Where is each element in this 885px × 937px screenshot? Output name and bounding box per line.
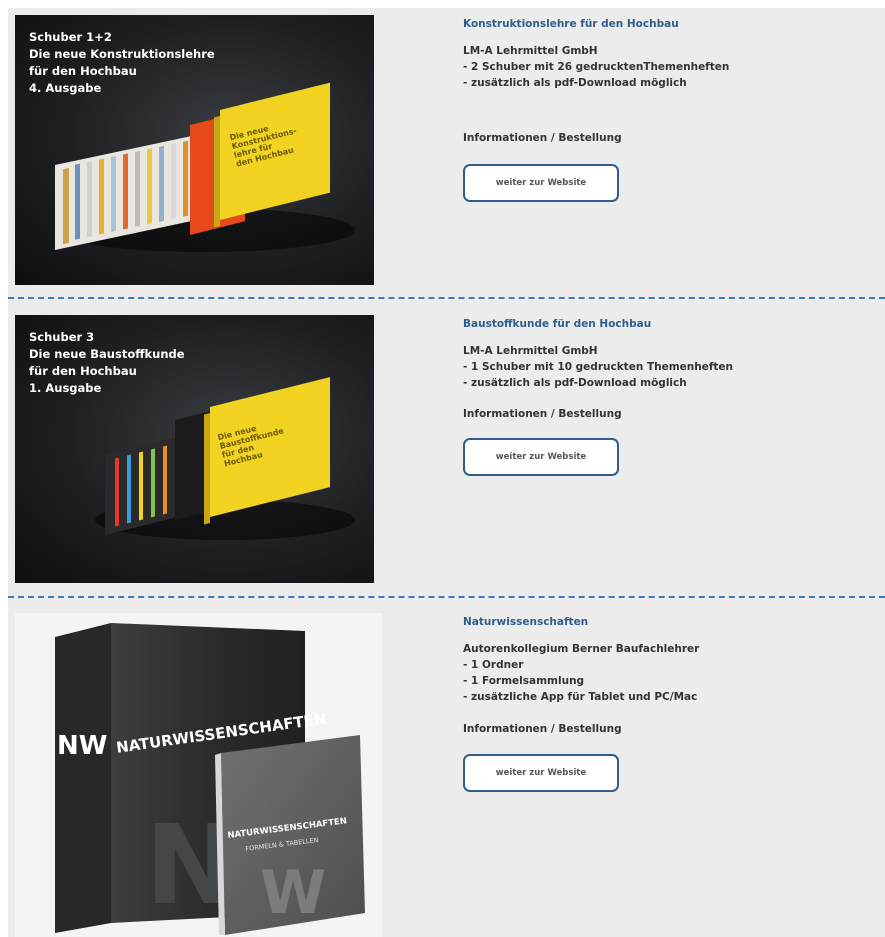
product-item-konstruktionslehre: Die neue Konstruktions- lehre für den Ho… <box>8 8 885 300</box>
product-title: Baustoffkunde für den Hochbau <box>463 318 652 330</box>
website-button[interactable]: weiter zur Website <box>463 164 619 202</box>
product-image-schuber-1-2: Die neue Konstruktions- lehre für den Ho… <box>15 15 374 285</box>
info-order-label: Informationen / Bestellung <box>463 408 622 420</box>
product-image-naturwissenschaften: N NW NATURWISSENSCHAFTEN W NATURWISSENSC… <box>15 613 382 937</box>
product-info: Baustoffkunde für den Hochbau LM-A Lehrm… <box>463 318 873 476</box>
product-info: Naturwissenschaften Autorenkollegium Ber… <box>463 616 873 792</box>
section-divider <box>8 596 885 598</box>
product-list: Die neue Konstruktions- lehre für den Ho… <box>8 8 885 937</box>
cover-caption: Schuber 1+2 Die neue Konstruktionslehre … <box>29 30 215 95</box>
product-info: Konstruktionslehre für den Hochbau LM-A … <box>463 18 873 202</box>
product-item-naturwissenschaften: N NW NATURWISSENSCHAFTEN W NATURWISSENSC… <box>8 606 885 937</box>
booklet-illustration: W <box>215 735 365 935</box>
product-title: Konstruktionslehre für den Hochbau <box>463 18 679 30</box>
product-title: Naturwissenschaften <box>463 616 589 628</box>
website-button[interactable]: weiter zur Website <box>463 438 619 476</box>
section-divider <box>8 297 885 299</box>
product-details: LM-A Lehrmittel GmbH - 2 Schuber mit 26 … <box>463 45 730 89</box>
product-image-schuber-3: Die neue Baustoffkunde für den Hochbau S… <box>15 315 374 583</box>
product-details: LM-A Lehrmittel GmbH - 1 Schuber mit 10 … <box>463 345 734 389</box>
cover-caption: Schuber 3 Die neue Baustoffkunde für den… <box>29 330 185 395</box>
info-order-label: Informationen / Bestellung <box>463 132 622 144</box>
svg-text:W: W <box>260 858 326 928</box>
info-order-label: Informationen / Bestellung <box>463 723 622 735</box>
product-details: Autorenkollegium Berner Baufachlehrer - … <box>463 643 700 703</box>
product-item-baustoffkunde: Die neue Baustoffkunde für den Hochbau S… <box>8 308 885 598</box>
website-button[interactable]: weiter zur Website <box>463 754 619 792</box>
